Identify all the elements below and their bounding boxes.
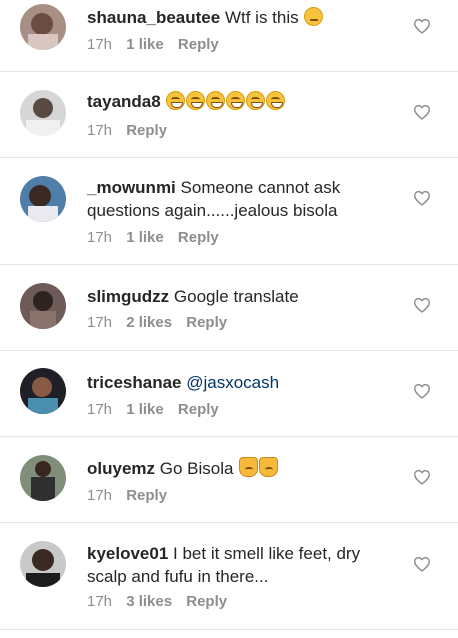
- heart-icon[interactable]: [413, 18, 431, 34]
- grin-emoji-icon: [226, 91, 246, 110]
- comment-username[interactable]: tayanda8: [87, 92, 161, 111]
- reply-button[interactable]: Reply: [126, 487, 167, 504]
- comment-likes[interactable]: 1 like: [126, 229, 164, 246]
- avatar[interactable]: [20, 4, 66, 50]
- comment-username[interactable]: oluyemz: [87, 459, 155, 478]
- avatar[interactable]: [20, 283, 66, 329]
- comment-item: shauna_beautee Wtf is this 17h 1 like Re…: [0, 0, 458, 72]
- avatar[interactable]: [20, 368, 66, 414]
- grin-emoji-icon: [206, 91, 226, 110]
- comment-time: 17h: [87, 593, 113, 610]
- comment-time: 17h: [87, 487, 113, 504]
- comment-time: 17h: [87, 229, 113, 246]
- comment-time: 17h: [87, 122, 113, 139]
- comment-text: Google translate: [173, 287, 299, 306]
- comment-item: triceshanae @jasxocash 17h 1 like Reply: [0, 351, 458, 437]
- avatar[interactable]: [20, 90, 66, 136]
- comment-item: kyelove01 I bet it smell like feet, dry …: [0, 523, 458, 630]
- avatar[interactable]: [20, 176, 66, 222]
- raised-hands-emoji-icon: [239, 457, 259, 477]
- comment-list: shauna_beautee Wtf is this 17h 1 like Re…: [0, 0, 458, 638]
- reply-button[interactable]: Reply: [126, 122, 167, 139]
- comment-username[interactable]: kyelove01: [87, 544, 168, 563]
- comment-item: _mowunmi Someone cannot ask questions ag…: [0, 158, 458, 265]
- comment-username[interactable]: slimgudzz: [87, 287, 169, 306]
- comment-username[interactable]: shauna_beautee: [87, 8, 220, 27]
- heart-icon[interactable]: [413, 556, 431, 572]
- smirk-emoji-icon: [304, 7, 324, 26]
- comment-item: slimgudzz Google translate 17h 2 likes R…: [0, 265, 458, 351]
- heart-icon[interactable]: [413, 297, 431, 313]
- comment-likes[interactable]: 2 likes: [126, 314, 172, 331]
- grin-emoji-icon: [266, 91, 286, 110]
- raised-hands-emoji-icon: [259, 457, 279, 477]
- comment-mention-link[interactable]: @jasxocash: [186, 373, 279, 392]
- comment-username[interactable]: _mowunmi: [87, 178, 176, 197]
- grin-emoji-icon: [166, 91, 186, 110]
- comment-time: 17h: [87, 314, 113, 331]
- comment-item: oluyemz Go Bisola 17h Reply: [0, 437, 458, 523]
- avatar[interactable]: [20, 541, 66, 587]
- reply-button[interactable]: Reply: [178, 401, 219, 418]
- heart-icon[interactable]: [413, 469, 431, 485]
- comment-likes[interactable]: 1 like: [126, 401, 164, 418]
- heart-icon[interactable]: [413, 383, 431, 399]
- heart-icon[interactable]: [413, 104, 431, 120]
- grin-emoji-icon: [246, 91, 266, 110]
- comment-text: Go Bisola: [159, 459, 234, 478]
- reply-button[interactable]: Reply: [178, 229, 219, 246]
- comment-item: tayanda8 17h Reply: [0, 72, 458, 158]
- comment-time: 17h: [87, 36, 113, 53]
- comment-text: Wtf is this: [224, 8, 299, 27]
- reply-button[interactable]: Reply: [186, 593, 227, 610]
- heart-icon[interactable]: [413, 190, 431, 206]
- comment-likes[interactable]: 1 like: [126, 36, 164, 53]
- comment-username[interactable]: triceshanae: [87, 373, 182, 392]
- grin-emoji-icon: [186, 91, 206, 110]
- comment-likes[interactable]: 3 likes: [126, 593, 172, 610]
- avatar[interactable]: [20, 455, 66, 501]
- comment-time: 17h: [87, 401, 113, 418]
- reply-button[interactable]: Reply: [178, 36, 219, 53]
- reply-button[interactable]: Reply: [186, 314, 227, 331]
